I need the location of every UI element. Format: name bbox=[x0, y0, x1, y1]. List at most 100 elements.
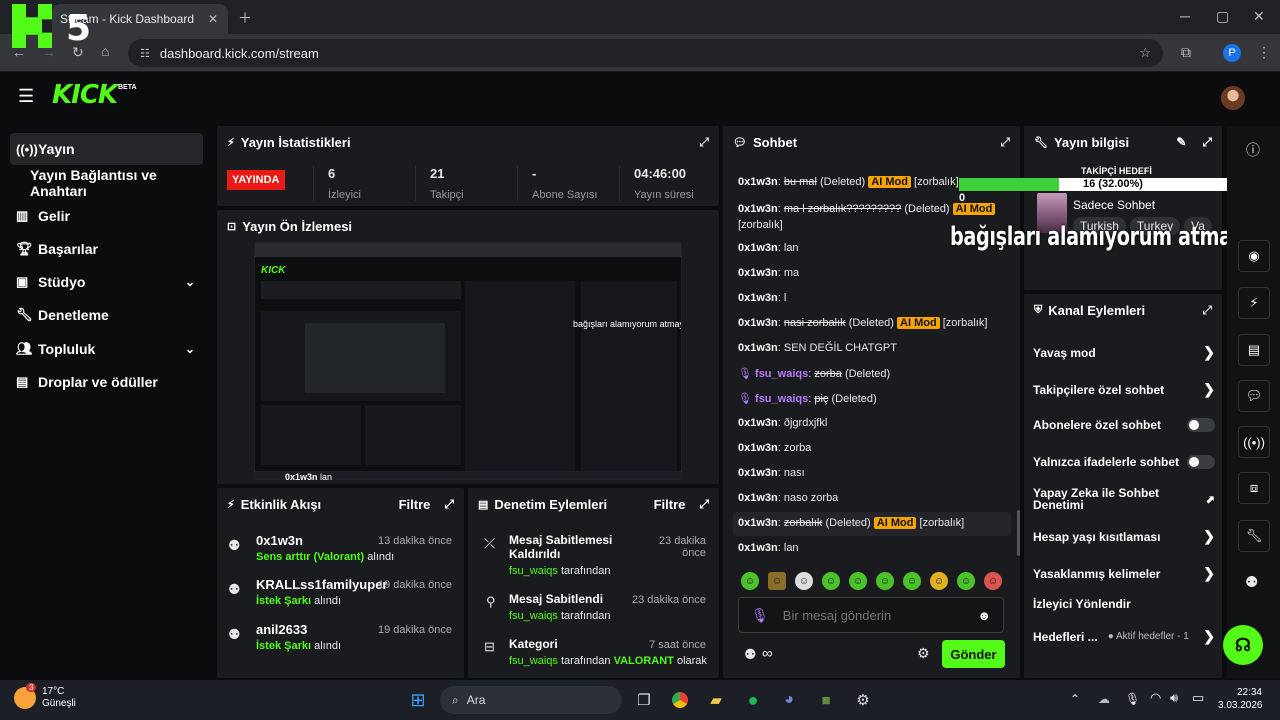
user-avatar[interactable] bbox=[1221, 86, 1245, 110]
expand-icon[interactable]: ⤢ bbox=[1000, 135, 1010, 150]
kick-logo[interactable]: KICK bbox=[52, 80, 118, 110]
action-emotes-only[interactable]: Yalnızca ifadelerle sohbet bbox=[1033, 455, 1215, 469]
expand-icon[interactable]: ⤢ bbox=[1202, 303, 1212, 318]
action-raid[interactable]: İzleyici Yönlendir bbox=[1033, 597, 1215, 611]
send-button[interactable]: Gönder bbox=[942, 640, 1005, 668]
emoji-icon[interactable]: ☻ bbox=[977, 608, 991, 623]
rail-button-wrench[interactable]: 🔧︎ bbox=[1238, 520, 1270, 552]
emote-icon[interactable]: ☺ bbox=[984, 572, 1002, 590]
weather-widget[interactable]: 3 17°C Güneşli bbox=[14, 683, 76, 710]
mic-tray-icon[interactable]: 🎙︎ bbox=[1125, 692, 1140, 706]
chat-username[interactable]: fsu_waiqs bbox=[755, 393, 808, 405]
action-subscribers-only[interactable]: Abonelere özel sohbet bbox=[1033, 418, 1215, 432]
chat-username[interactable]: 0x1w3n bbox=[738, 542, 778, 554]
tray-chevron-icon[interactable]: ⌃ bbox=[1070, 692, 1080, 706]
moderation-filter-button[interactable]: Filtre bbox=[654, 497, 686, 512]
close-tab-icon[interactable]: ✕ bbox=[208, 12, 218, 26]
rail-button-broadcast[interactable]: ((•)) bbox=[1238, 426, 1270, 458]
expand-icon[interactable]: ⤢ bbox=[1202, 135, 1212, 150]
chat-input-box[interactable]: 🎙︎ ☻ bbox=[738, 597, 1004, 633]
windows-start-icon[interactable]: ⊞ bbox=[406, 688, 430, 712]
app-icon[interactable]: ⚙ bbox=[851, 688, 875, 712]
chat-settings-icon[interactable]: ⚙ bbox=[917, 645, 930, 662]
battery-icon[interactable]: ▭ bbox=[1192, 690, 1204, 706]
chat-username[interactable]: 0x1w3n bbox=[738, 176, 778, 188]
sidebar-item-topluluk[interactable]: 👥︎ Topluluk ⌄ bbox=[10, 333, 203, 365]
chat-username[interactable]: 0x1w3n bbox=[738, 292, 778, 304]
emotes-only-toggle[interactable] bbox=[1187, 455, 1215, 469]
stream-preview-video[interactable]: KICK bağışları alamıyorum atmayın bbox=[254, 242, 682, 480]
browser-menu-icon[interactable]: ⋮ bbox=[1257, 44, 1271, 61]
profile-avatar[interactable]: P bbox=[1223, 44, 1241, 62]
home-icon[interactable]: ⌂ bbox=[101, 43, 109, 59]
subscribers-only-toggle[interactable] bbox=[1187, 418, 1215, 432]
emote-icon[interactable]: ☺ bbox=[849, 572, 867, 590]
users-icon[interactable]: ⚉ bbox=[1245, 573, 1258, 591]
chat-username[interactable]: 0x1w3n bbox=[738, 417, 778, 429]
action-followers-only[interactable]: Takipçilere özel sohbet ❯ bbox=[1033, 381, 1215, 398]
action-banned-words[interactable]: Yasaklanmış kelimeler ❯ bbox=[1033, 565, 1215, 582]
activity-filter-button[interactable]: Filtre bbox=[399, 497, 431, 512]
mic-icon[interactable]: 🎙︎ bbox=[751, 607, 769, 624]
clock[interactable]: 22:34 3.03.2026 bbox=[1218, 686, 1263, 712]
sidebar-item-studyo[interactable]: ▣ Stüdyo ⌄ bbox=[10, 266, 203, 298]
rail-button-layout[interactable]: ⧈ bbox=[1238, 472, 1270, 504]
emote-icon[interactable]: ☺ bbox=[876, 572, 894, 590]
rail-button-bolt[interactable]: ⚡︎ bbox=[1238, 287, 1270, 319]
sidebar-item-yayin[interactable]: ((•)) Yayın bbox=[10, 133, 203, 165]
community-icon[interactable]: ⚉ bbox=[744, 646, 757, 663]
action-goals[interactable]: Hedefleri ... ● Aktif hedefler - 1 ❯ bbox=[1033, 628, 1215, 645]
sidebar-item-basarilar[interactable]: 🏆︎ Başarılar bbox=[10, 233, 203, 265]
chat-username[interactable]: 0x1w3n bbox=[738, 517, 778, 529]
expand-icon[interactable]: ⤢ bbox=[699, 497, 709, 512]
discord-icon[interactable]: ◕ bbox=[777, 688, 801, 712]
maximize-icon[interactable]: ▢ bbox=[1216, 8, 1229, 25]
emote-icon[interactable]: ☺ bbox=[930, 572, 948, 590]
rail-button-camera[interactable]: ◉ bbox=[1238, 240, 1270, 272]
spotify-icon[interactable]: ● bbox=[741, 688, 765, 712]
chat-username[interactable]: 0x1w3n bbox=[738, 242, 778, 254]
chat-username[interactable]: 0x1w3n bbox=[738, 267, 778, 279]
edit-pencil-icon[interactable]: ✎ bbox=[1176, 135, 1186, 149]
task-view-icon[interactable]: ❐ bbox=[632, 688, 656, 712]
support-button[interactable]: ☊ bbox=[1223, 625, 1263, 665]
chat-username[interactable]: 0x1w3n bbox=[738, 317, 778, 329]
emote-icon[interactable]: ☺ bbox=[822, 572, 840, 590]
taskbar-search[interactable]: ⌕ Ara bbox=[440, 686, 622, 714]
emote-icon[interactable]: ☺ bbox=[768, 572, 786, 590]
emote-icon[interactable]: ☺ bbox=[741, 572, 759, 590]
chat-input[interactable] bbox=[782, 607, 978, 623]
info-icon[interactable]: ⓘ bbox=[1246, 140, 1260, 160]
minimize-icon[interactable]: ─ bbox=[1180, 8, 1190, 24]
chat-username[interactable]: 0x1w3n bbox=[738, 342, 778, 354]
volume-icon[interactable]: 🔊︎ bbox=[1170, 690, 1178, 706]
wifi-icon[interactable]: ◠ bbox=[1150, 690, 1161, 706]
chat-username[interactable]: 0x1w3n bbox=[738, 492, 778, 504]
chrome-icon[interactable] bbox=[668, 688, 692, 712]
action-slow-mode[interactable]: Yavaş mod ❯ bbox=[1033, 344, 1215, 361]
site-info-icon[interactable]: ☷ bbox=[140, 47, 150, 60]
file-explorer-icon[interactable]: ▰ bbox=[704, 688, 728, 712]
action-ai-moderation[interactable]: Yapay Zeka ile Sohbet Denetimi ⬈ bbox=[1033, 487, 1215, 511]
action-account-age[interactable]: Hesap yaşı kısıtlaması ❯ bbox=[1033, 528, 1215, 545]
chat-username[interactable]: fsu_waiqs bbox=[755, 368, 808, 380]
address-bar[interactable]: ☷ dashboard.kick.com/stream ☆ bbox=[128, 39, 1163, 67]
minecraft-icon[interactable]: ■ bbox=[814, 688, 838, 712]
close-window-icon[interactable]: ✕ bbox=[1253, 8, 1265, 25]
hamburger-icon[interactable]: ☰ bbox=[18, 86, 34, 107]
chat-username[interactable]: 0x1w3n bbox=[738, 203, 778, 215]
rail-button-notes[interactable]: ▤ bbox=[1238, 334, 1270, 366]
sidebar-item-droplar[interactable]: ▤ Droplar ve ödüller bbox=[10, 366, 203, 398]
expand-icon[interactable]: ⤢ bbox=[444, 497, 454, 512]
new-tab-icon[interactable]: ＋ bbox=[238, 8, 252, 28]
chat-scrollbar[interactable] bbox=[1017, 510, 1020, 556]
chat-username[interactable]: 0x1w3n bbox=[738, 442, 778, 454]
chat-username[interactable]: 0x1w3n bbox=[738, 467, 778, 479]
emote-icon[interactable]: ☺ bbox=[903, 572, 921, 590]
rail-button-chat[interactable]: 💬︎ bbox=[1238, 380, 1270, 412]
expand-icon[interactable]: ⤢ bbox=[699, 135, 709, 150]
bookmark-star-icon[interactable]: ☆ bbox=[1139, 45, 1151, 61]
emote-icon[interactable]: ☺ bbox=[957, 572, 975, 590]
sidebar-item-denetleme[interactable]: 🔧︎ Denetleme bbox=[10, 299, 203, 331]
extensions-icon[interactable]: ⧉ bbox=[1181, 44, 1191, 61]
